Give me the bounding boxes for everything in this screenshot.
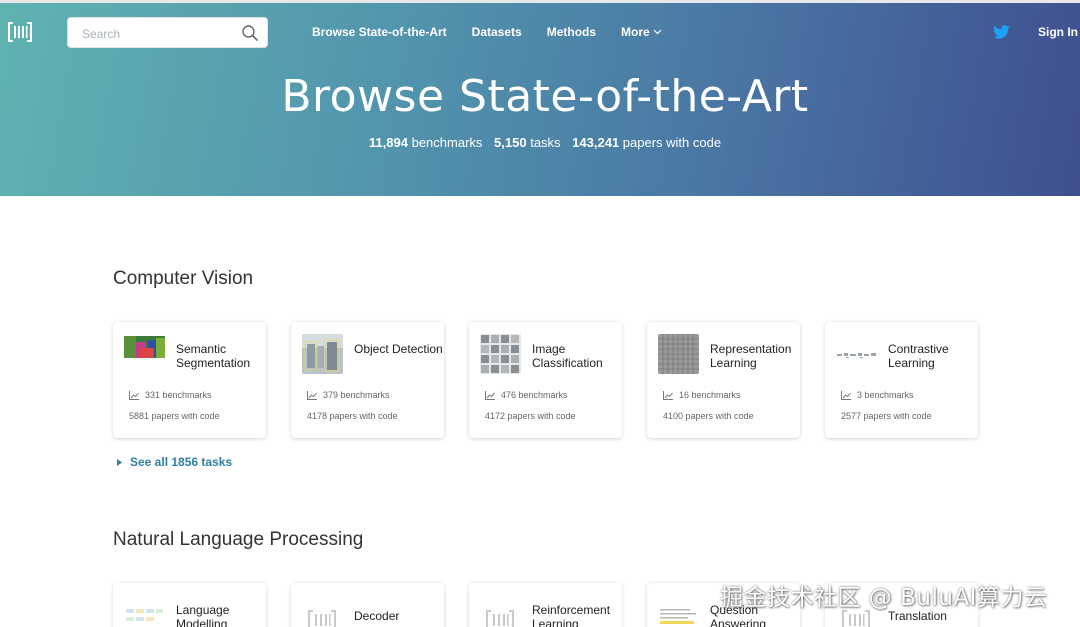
- task-name: Reinforcement Learning: [532, 603, 611, 627]
- task-name: Representation Learning: [710, 342, 792, 370]
- task-papers: 2577 papers with code: [841, 411, 932, 421]
- task-name: Decoder: [354, 609, 400, 623]
- stat-papers: 143,241 papers with code: [572, 135, 722, 150]
- task-name: Language Modelling: [176, 603, 230, 627]
- image-classification-thumbnail: [480, 334, 521, 374]
- task-papers: 4100 papers with code: [663, 411, 754, 421]
- chart-line-icon: [485, 390, 495, 400]
- section-title-nlp: Natural Language Processing: [113, 529, 364, 550]
- cv-task-cards: Semantic Segmentation 331 benchmarks 588…: [113, 322, 1003, 438]
- paperswithcode-logo-icon[interactable]: [8, 21, 32, 43]
- search-box[interactable]: [67, 17, 268, 48]
- chart-line-icon: [307, 390, 317, 400]
- task-card-decoder[interactable]: Decoder: [291, 583, 444, 627]
- chart-line-icon: [129, 390, 139, 400]
- task-card-semantic-segmentation[interactable]: Semantic Segmentation 331 benchmarks 588…: [113, 322, 266, 438]
- task-card-object-detection[interactable]: Object Detection 379 benchmarks 4178 pap…: [291, 322, 444, 438]
- stat-benchmarks: 11,894 benchmarks: [368, 135, 483, 150]
- nav-methods[interactable]: Methods: [547, 25, 596, 39]
- task-card-reinforcement-learning[interactable]: Reinforcement Learning: [469, 583, 622, 627]
- hero-stats: 11,894 benchmarks 5,150 tasks 143,241 pa…: [0, 135, 1080, 150]
- sign-in-link[interactable]: Sign In: [1038, 25, 1078, 39]
- object-detection-thumbnail: [302, 334, 343, 374]
- task-card-image-classification[interactable]: Image Classification 476 benchmarks 4172…: [469, 322, 622, 438]
- task-papers: 5881 papers with code: [129, 411, 220, 421]
- page-title: Browse State-of-the-Art: [281, 71, 809, 122]
- chevron-down-icon: [653, 29, 662, 35]
- nav-more-label: More: [621, 25, 650, 39]
- task-papers: 4172 papers with code: [485, 411, 576, 421]
- task-card-language-modelling[interactable]: Language Modelling: [113, 583, 266, 627]
- search-icon[interactable]: [241, 24, 259, 42]
- task-benchmarks: 476 benchmarks: [485, 390, 568, 400]
- task-benchmarks: 331 benchmarks: [129, 390, 212, 400]
- nav-datasets[interactable]: Datasets: [472, 25, 522, 39]
- see-all-cv-tasks-link[interactable]: See all 1856 tasks: [117, 455, 232, 469]
- semantic-segmentation-thumbnail: [124, 334, 165, 374]
- placeholder-logo-icon: [486, 610, 514, 627]
- task-papers: 4178 papers with code: [307, 411, 398, 421]
- task-name: Object Detection: [354, 342, 443, 356]
- stat-tasks: 5,150 tasks: [494, 135, 561, 150]
- search-input[interactable]: [82, 24, 232, 43]
- contrastive-learning-thumbnail: [836, 334, 877, 374]
- task-name: Contrastive Learning: [888, 342, 949, 370]
- main-nav: Browse State-of-the-Art Datasets Methods…: [312, 25, 687, 39]
- nav-browse-sota[interactable]: Browse State-of-the-Art: [312, 25, 447, 39]
- nav-more[interactable]: More: [621, 25, 662, 39]
- task-name: Semantic Segmentation: [176, 342, 251, 370]
- placeholder-logo-icon: [308, 610, 336, 627]
- language-modelling-thumbnail: [124, 595, 165, 627]
- watermark: 掘金技术社区 @ BuluAI算力云: [720, 585, 1048, 611]
- representation-learning-thumbnail: [658, 334, 699, 374]
- chart-line-icon: [841, 390, 851, 400]
- twitter-icon[interactable]: [993, 25, 1010, 39]
- caret-right-icon: [117, 458, 122, 466]
- task-name: Image Classification: [532, 342, 603, 370]
- task-benchmarks: 3 benchmarks: [841, 390, 914, 400]
- task-card-representation-learning[interactable]: Representation Learning 16 benchmarks 41…: [647, 322, 800, 438]
- question-answering-thumbnail: [658, 595, 699, 627]
- task-card-contrastive-learning[interactable]: Contrastive Learning 3 benchmarks 2577 p…: [825, 322, 978, 438]
- section-title-computer-vision: Computer Vision: [113, 268, 254, 289]
- hero-banner: Browse State-of-the-Art Datasets Methods…: [0, 0, 1080, 196]
- task-benchmarks: 16 benchmarks: [663, 390, 741, 400]
- task-benchmarks: 379 benchmarks: [307, 390, 390, 400]
- chart-line-icon: [663, 390, 673, 400]
